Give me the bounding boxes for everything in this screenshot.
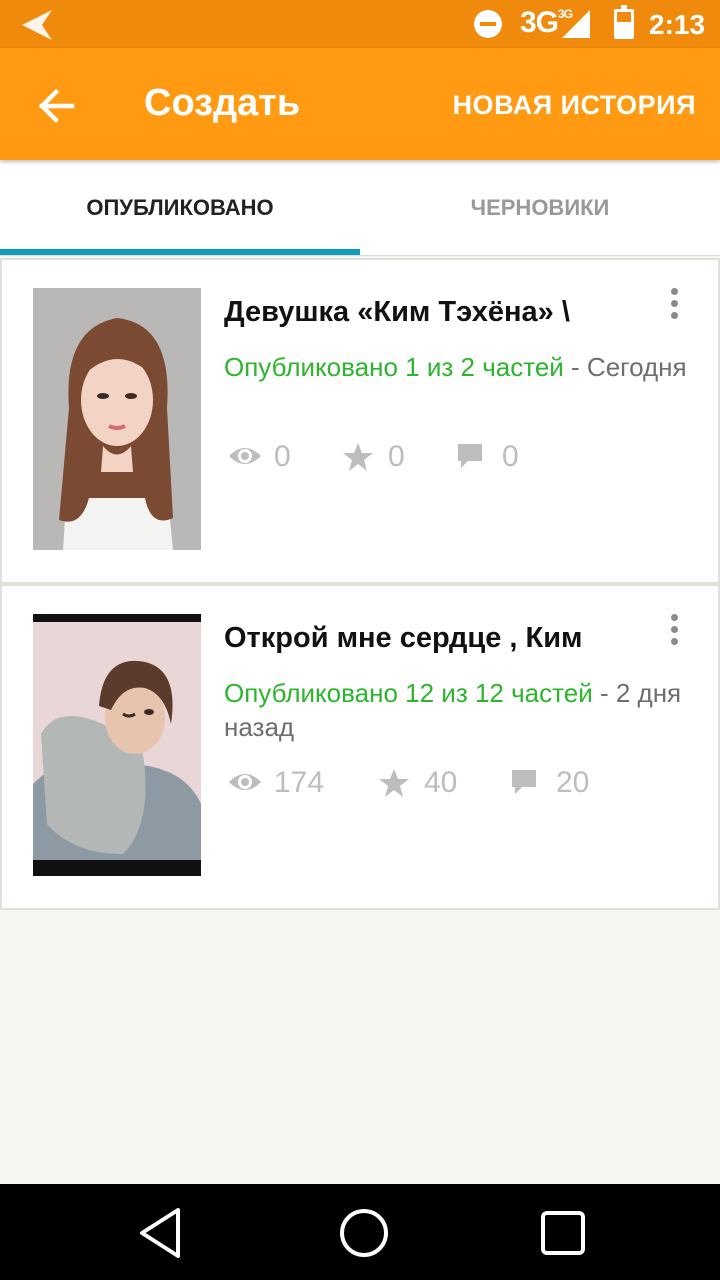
star-icon — [379, 769, 409, 797]
do-not-disturb-icon — [474, 10, 502, 38]
battery-charging-icon — [614, 5, 634, 39]
status-bar: 3G3G 2:13 — [0, 0, 720, 48]
story-title[interactable]: Открой мне сердце , Ким — [224, 622, 583, 655]
more-options-icon[interactable] — [662, 288, 686, 328]
comment-icon — [458, 444, 482, 468]
tab-drafts[interactable]: ЧЕРНОВИКИ — [360, 160, 720, 256]
back-triangle-icon[interactable] — [136, 1206, 184, 1260]
tab-bar: ОПУБЛИКОВАНО ЧЕРНОВИКИ — [0, 160, 720, 256]
votes-count: 0 — [388, 440, 405, 473]
story-meta: Опубликовано 1 из 2 частей - Сегодня — [224, 350, 694, 384]
eye-icon — [229, 774, 261, 790]
comments-count: 20 — [556, 766, 590, 799]
meta-separator: - — [592, 678, 616, 708]
star-icon — [343, 443, 373, 471]
views-count: 174 — [274, 766, 325, 799]
tab-published[interactable]: ОПУБЛИКОВАНО — [0, 160, 360, 256]
tab-indicator — [0, 249, 360, 255]
page-title: Создать — [144, 82, 301, 124]
story-meta: Опубликовано 12 из 12 частей - 2 дня наз… — [224, 676, 694, 744]
published-status: Опубликовано 12 из 12 частей — [224, 678, 593, 708]
comment-icon — [512, 770, 536, 794]
meta-separator: - — [563, 352, 587, 382]
story-cover-image[interactable] — [33, 288, 201, 550]
app-bar: Создать НОВАЯ ИСТОРИЯ — [0, 48, 720, 160]
eye-icon — [229, 448, 261, 464]
signal-icon — [562, 10, 590, 38]
more-options-icon[interactable] — [662, 614, 686, 654]
back-arrow-icon[interactable] — [28, 78, 84, 134]
new-story-button[interactable]: НОВАЯ ИСТОРИЯ — [453, 90, 696, 121]
system-nav-bar — [0, 1184, 720, 1280]
story-cover-image[interactable] — [33, 614, 201, 876]
views-count: 0 — [274, 440, 291, 473]
story-card[interactable]: Открой мне сердце , Ким Опубликовано 12 … — [0, 584, 720, 910]
clock: 2:13 — [649, 9, 706, 40]
story-date: Сегодня — [586, 352, 687, 382]
app-notification-icon — [22, 10, 52, 40]
comments-count: 0 — [502, 440, 519, 473]
votes-count: 40 — [424, 766, 458, 799]
recents-square-icon[interactable] — [538, 1206, 588, 1260]
story-title[interactable]: Девушка «Ким Тэхёна» \ — [224, 296, 570, 329]
published-status: Опубликовано 1 из 2 частей — [224, 352, 564, 382]
home-circle-icon[interactable] — [338, 1206, 390, 1260]
story-card[interactable]: Девушка «Ким Тэхёна» \ Опубликовано 1 из… — [0, 258, 720, 584]
